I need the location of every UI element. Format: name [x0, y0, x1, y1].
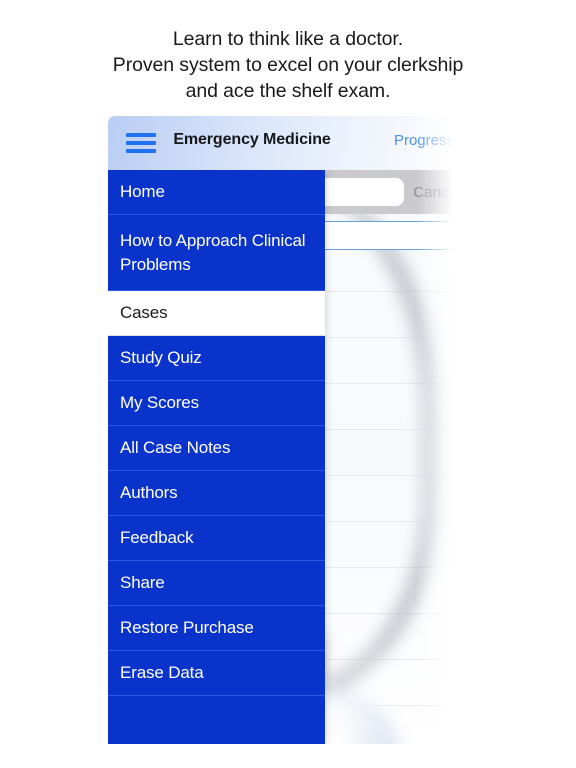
- menu-item-cases[interactable]: Cases: [108, 291, 325, 336]
- menu-item-erase-data[interactable]: Erase Data: [108, 651, 325, 696]
- side-drawer-menu: Home How to Approach Clinical Problems C…: [108, 170, 325, 744]
- menu-item-label: Feedback: [120, 528, 194, 547]
- menu-item-share[interactable]: Share: [108, 561, 325, 606]
- navigation-bar: Emergency Medicine Progress: [108, 116, 468, 170]
- app-screen: Cancel by Disease Home How to Approach C…: [108, 116, 468, 744]
- menu-item-feedback[interactable]: Feedback: [108, 516, 325, 561]
- menu-item-label: Restore Purchase: [120, 618, 254, 637]
- menu-item-home[interactable]: Home: [108, 170, 325, 215]
- menu-item-how-to-approach-clinical-problems[interactable]: How to Approach Clinical Problems: [108, 215, 325, 291]
- menu-item-study-quiz[interactable]: Study Quiz: [108, 336, 325, 381]
- caption-line-2: Proven system to excel on your clerkship: [112, 54, 464, 76]
- menu-item-label: Study Quiz: [120, 348, 202, 367]
- caption-line-3: and ace the shelf exam.: [185, 80, 391, 102]
- menu-item-label: All Case Notes: [120, 438, 231, 457]
- search-cancel-button[interactable]: Cancel: [413, 184, 460, 201]
- menu-item-label: Home: [120, 182, 165, 201]
- menu-item-label: Share: [120, 573, 165, 592]
- marketing-caption: Learn to think like a doctor. Proven sys…: [0, 26, 576, 104]
- menu-item-label: Erase Data: [120, 663, 204, 682]
- progress-link[interactable]: Progress: [394, 132, 454, 149]
- menu-item-authors[interactable]: Authors: [108, 471, 325, 516]
- drawer-empty-area: [108, 696, 325, 744]
- menu-item-restore-purchase[interactable]: Restore Purchase: [108, 606, 325, 651]
- menu-item-all-case-notes[interactable]: All Case Notes: [108, 426, 325, 471]
- menu-item-label: Cases: [120, 303, 168, 322]
- menu-item-label: My Scores: [120, 393, 199, 412]
- hamburger-bar: [126, 149, 156, 153]
- menu-item-my-scores[interactable]: My Scores: [108, 381, 325, 426]
- caption-line-1: Learn to think like a doctor.: [172, 28, 404, 50]
- menu-item-label: Authors: [120, 483, 178, 502]
- menu-item-label: How to Approach Clinical Problems: [120, 230, 306, 274]
